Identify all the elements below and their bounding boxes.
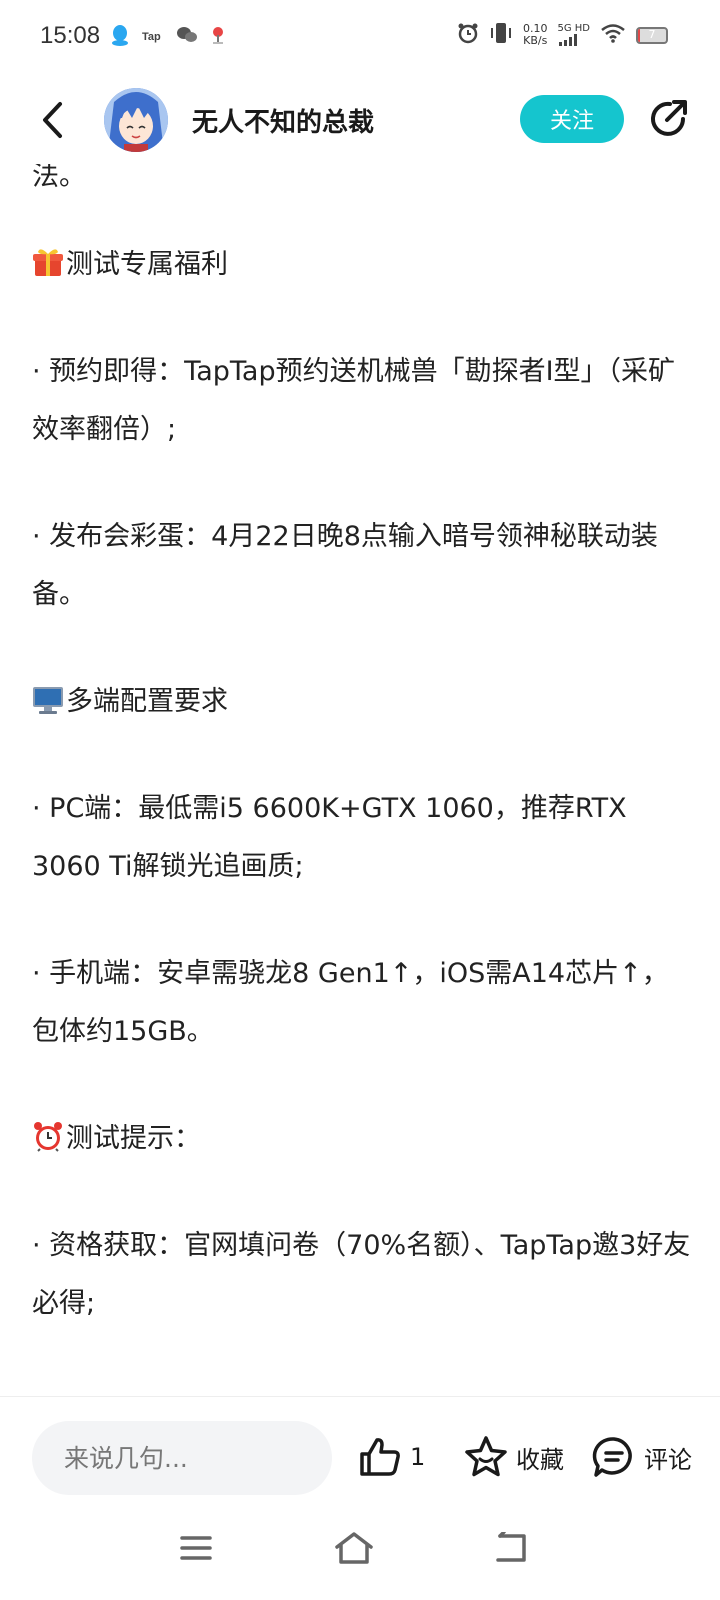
wechat-icon [176,26,198,48]
author-name[interactable]: 无人不知的总裁 [192,102,374,139]
net-speed: 0.10 KB/s [523,23,548,47]
battery-icon: 7 [636,26,668,44]
author-avatar[interactable] [104,88,168,152]
computer-icon [32,678,64,714]
cell-signal: 5G HD [557,24,590,46]
star-icon [465,1436,507,1477]
paragraph: · 资格获取：官网填问卷（70%名额）、TapTap邀3好友必得; [32,1230,691,1319]
paragraph-text: 多端配置要求 [66,686,228,717]
favorite-button[interactable]: 收藏 [464,1427,564,1487]
thumbs-up-icon [360,1438,400,1476]
nav-menu-button[interactable] [174,1528,218,1568]
bottom-action-bar: 1 收藏 评论 [0,1396,720,1499]
paragraph: · PC端：最低需i5 6600K+GTX 1060，推荐RTX 3060 Ti… [32,793,627,882]
section-heading-benefits: 测试专属福利 [32,236,692,294]
comment-bubble-icon [592,1437,632,1477]
paragraph-text: 测试提示： [66,1123,201,1154]
vibrate-icon [489,22,513,48]
paragraph: · 发布会彩蛋：4月22日晚8点输入暗号领神秘联动装备。 [32,521,658,610]
alarm-icon [457,22,479,48]
battery-level: 7 [648,27,656,41]
nav-home-button[interactable] [332,1528,376,1568]
comment-label: 评论 [644,1445,692,1474]
like-button[interactable]: 1 [358,1427,425,1487]
menu-icon [180,1536,212,1560]
signal-label: 5G HD [557,23,590,34]
taptap-icon: Tap [142,28,164,47]
comment-input[interactable] [32,1421,332,1495]
system-icons: 0.10 KB/s 5G HD 7 [457,22,668,48]
post-header: 无人不知的总裁 关注 [0,78,720,164]
like-count: 1 [410,1443,426,1471]
home-icon [335,1532,373,1564]
location-pin-icon [210,25,226,49]
notification-icons: Tap [110,24,226,50]
share-icon [651,100,687,136]
svg-text:Tap: Tap [142,31,161,43]
chevron-left-icon [43,102,62,138]
follow-button[interactable]: 关注 [520,95,624,143]
comment-button[interactable]: 评论 [592,1427,692,1487]
avatar-image [104,88,168,152]
qq-icon [110,24,130,50]
favorite-label: 收藏 [516,1445,564,1474]
system-nav-bar [0,1498,720,1600]
status-bar: 15:08 Tap 0.10 KB/s 5G HD 7 [0,0,720,78]
status-time: 15:08 [40,22,101,49]
paragraph-text: 测试专属福利 [66,249,228,280]
paragraph: · 预约即得：TapTap预约送机械兽「勘探者I型」（采矿效率翻倍）; [32,356,676,445]
back-button[interactable] [30,96,74,144]
nav-back-button[interactable] [490,1528,534,1568]
alarm-clock-icon [32,1115,64,1152]
section-heading-requirements: 多端配置要求 [32,673,692,731]
post-content: 法。 测试专属福利 · 预约即得：TapTap预约送机械兽「勘探者I型」（采矿效… [32,148,692,1396]
share-button[interactable] [644,94,692,144]
section-heading-tips: 测试提示： [32,1110,692,1168]
signal-bars-icon [559,34,578,46]
gift-icon [32,241,64,276]
wifi-icon [600,23,626,47]
net-speed-unit: KB/s [523,34,548,47]
back-arrow-icon [496,1532,526,1562]
paragraph: · 手机端：安卓需骁龙8 Gen1↑，iOS需A14芯片↑，包体约15GB。 [32,958,669,1047]
